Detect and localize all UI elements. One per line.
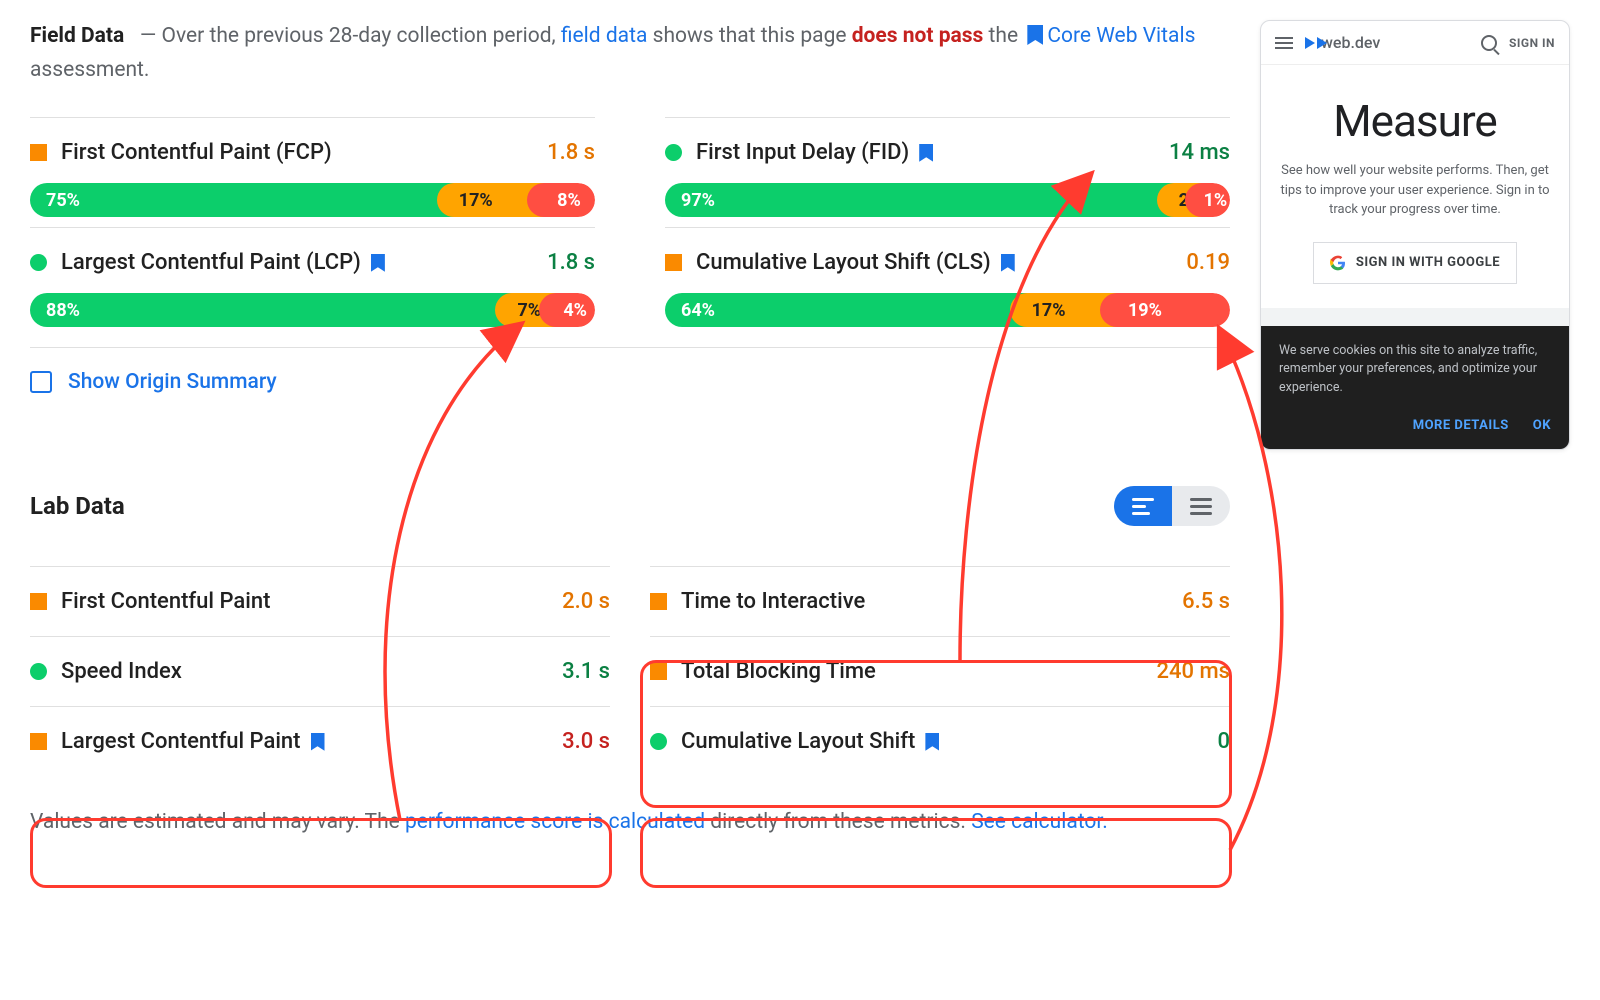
- dist-good: 64%: [665, 293, 1027, 327]
- core-web-vitals-link[interactable]: Core Web Vitals: [1047, 24, 1195, 48]
- metric-name: First Input Delay (FID): [696, 140, 1155, 165]
- measure-title: Measure: [1279, 95, 1551, 147]
- square-icon: [650, 663, 667, 680]
- field-data-link[interactable]: field data: [561, 24, 648, 48]
- bookmark-icon: [311, 733, 325, 751]
- assessment-fail-text: does not pass: [852, 24, 984, 48]
- square-icon: [665, 254, 682, 271]
- lab-metric-value: 0: [1217, 729, 1230, 754]
- circle-icon: [665, 144, 682, 161]
- bookmark-icon: [919, 144, 933, 162]
- lab-footnote: Values are estimated and may vary. The p…: [30, 806, 1230, 840]
- square-icon: [30, 593, 47, 610]
- lab-metric-si: Speed Index 3.1 s: [30, 636, 610, 706]
- lab-data-section: Lab Data First Contentful Paint 2.0 s: [30, 486, 1230, 840]
- lab-metric-value: 3.0 s: [562, 729, 610, 754]
- circle-icon: [30, 663, 47, 680]
- lab-metric-fcp: First Contentful Paint 2.0 s: [30, 566, 610, 636]
- square-icon: [30, 733, 47, 750]
- lab-metric-cls: Cumulative Layout Shift 0: [650, 706, 1230, 776]
- sign-in-link[interactable]: SIGN IN: [1509, 36, 1555, 50]
- lab-metric-name: Cumulative Layout Shift: [681, 729, 1203, 754]
- dist-good: 88%: [30, 293, 512, 327]
- view-toggle-right[interactable]: [1172, 486, 1230, 526]
- lab-metric-name: Total Blocking Time: [681, 659, 1143, 684]
- square-icon: [30, 144, 47, 161]
- hamburger-icon[interactable]: [1275, 37, 1293, 49]
- metric-name: Largest Contentful Paint (LCP): [61, 250, 533, 275]
- circle-icon: [650, 733, 667, 750]
- field-metrics-grid: First Contentful Paint (FCP) 1.8 s 75% 1…: [30, 117, 1230, 337]
- checkbox-icon[interactable]: [30, 371, 52, 393]
- align-left-icon: [1132, 498, 1154, 515]
- phone-header: web.dev SIGN IN: [1261, 21, 1569, 65]
- lab-metric-value: 240 ms: [1157, 659, 1230, 684]
- lab-metric-value: 3.1 s: [562, 659, 610, 684]
- lab-metric-value: 6.5 s: [1182, 589, 1230, 614]
- dist-good: 97%: [665, 183, 1174, 217]
- lab-metric-name: Time to Interactive: [681, 589, 1168, 614]
- field-data-summary: Field Data — Over the previous 28-day co…: [30, 20, 1230, 87]
- show-origin-summary-row[interactable]: Show Origin Summary: [30, 347, 1230, 416]
- metric-fcp: First Contentful Paint (FCP) 1.8 s 75% 1…: [30, 117, 595, 227]
- metric-name: First Contentful Paint (FCP): [61, 140, 533, 165]
- metric-fid: First Input Delay (FID) 14 ms 97% 2% 1%: [665, 117, 1230, 227]
- bookmark-icon: [1027, 25, 1043, 45]
- main-panel: Field Data — Over the previous 28-day co…: [30, 20, 1230, 840]
- search-icon[interactable]: [1481, 35, 1497, 51]
- metric-value: 1.8 s: [547, 140, 595, 165]
- distribution-bar: 64% 17% 19%: [665, 293, 1230, 327]
- performance-score-link[interactable]: performance score is calculated: [405, 810, 705, 834]
- cookie-text: We serve cookies on this site to analyze…: [1279, 342, 1551, 398]
- lab-metric-tti: Time to Interactive 6.5 s: [650, 566, 1230, 636]
- distribution-bar: 88% 7% 4%: [30, 293, 595, 327]
- sign-in-google-button[interactable]: SIGN IN WITH GOOGLE: [1313, 242, 1517, 284]
- show-origin-summary-label: Show Origin Summary: [68, 370, 277, 394]
- bookmark-icon: [925, 733, 939, 751]
- bookmark-icon: [1001, 254, 1015, 272]
- dist-poor: 1%: [1185, 183, 1230, 217]
- more-details-link[interactable]: MORE DETAILS: [1413, 416, 1509, 436]
- phone-body: Measure See how well your website perfor…: [1261, 65, 1569, 308]
- lab-metrics-grid: First Contentful Paint 2.0 s Speed Index…: [30, 566, 1230, 776]
- metric-lcp: Largest Contentful Paint (LCP) 1.8 s 88%…: [30, 227, 595, 337]
- webdev-logo[interactable]: web.dev: [1305, 33, 1380, 52]
- dist-poor: 8%: [527, 183, 595, 217]
- metric-value: 1.8 s: [547, 250, 595, 275]
- align-justify-icon: [1190, 498, 1212, 515]
- circle-icon: [30, 254, 47, 271]
- square-icon: [650, 593, 667, 610]
- lab-metric-lcp: Largest Contentful Paint 3.0 s: [30, 706, 610, 776]
- cookie-banner: We serve cookies on this site to analyze…: [1261, 326, 1569, 450]
- distribution-bar: 75% 17% 8%: [30, 183, 595, 217]
- lab-metric-name: First Contentful Paint: [61, 589, 548, 614]
- dist-poor: 4%: [539, 293, 595, 327]
- metric-value: 14 ms: [1169, 140, 1230, 165]
- see-calculator-link[interactable]: See calculator.: [971, 810, 1108, 834]
- logo-mark-icon: [1305, 37, 1315, 49]
- lab-metric-name: Largest Contentful Paint: [61, 729, 548, 754]
- metric-cls: Cumulative Layout Shift (CLS) 0.19 64% 1…: [665, 227, 1230, 337]
- lab-data-title: Lab Data: [30, 492, 125, 520]
- metric-value: 0.19: [1186, 250, 1230, 275]
- metric-name: Cumulative Layout Shift (CLS): [696, 250, 1172, 275]
- distribution-bar: 97% 2% 1%: [665, 183, 1230, 217]
- lab-metric-tbt: Total Blocking Time 240 ms: [650, 636, 1230, 706]
- lab-metric-value: 2.0 s: [562, 589, 610, 614]
- field-data-title: Field Data: [30, 24, 124, 48]
- cookie-ok-button[interactable]: OK: [1533, 416, 1551, 436]
- view-toggle: [1114, 486, 1230, 526]
- bookmark-icon: [371, 254, 385, 272]
- google-logo-icon: [1330, 255, 1346, 271]
- dist-poor: 19%: [1100, 293, 1230, 327]
- dist-good: 75%: [30, 183, 454, 217]
- view-toggle-left[interactable]: [1114, 486, 1172, 526]
- measure-description: See how well your website performs. Then…: [1279, 161, 1551, 220]
- lab-metric-name: Speed Index: [61, 659, 548, 684]
- phone-preview: web.dev SIGN IN Measure See how well you…: [1260, 20, 1570, 450]
